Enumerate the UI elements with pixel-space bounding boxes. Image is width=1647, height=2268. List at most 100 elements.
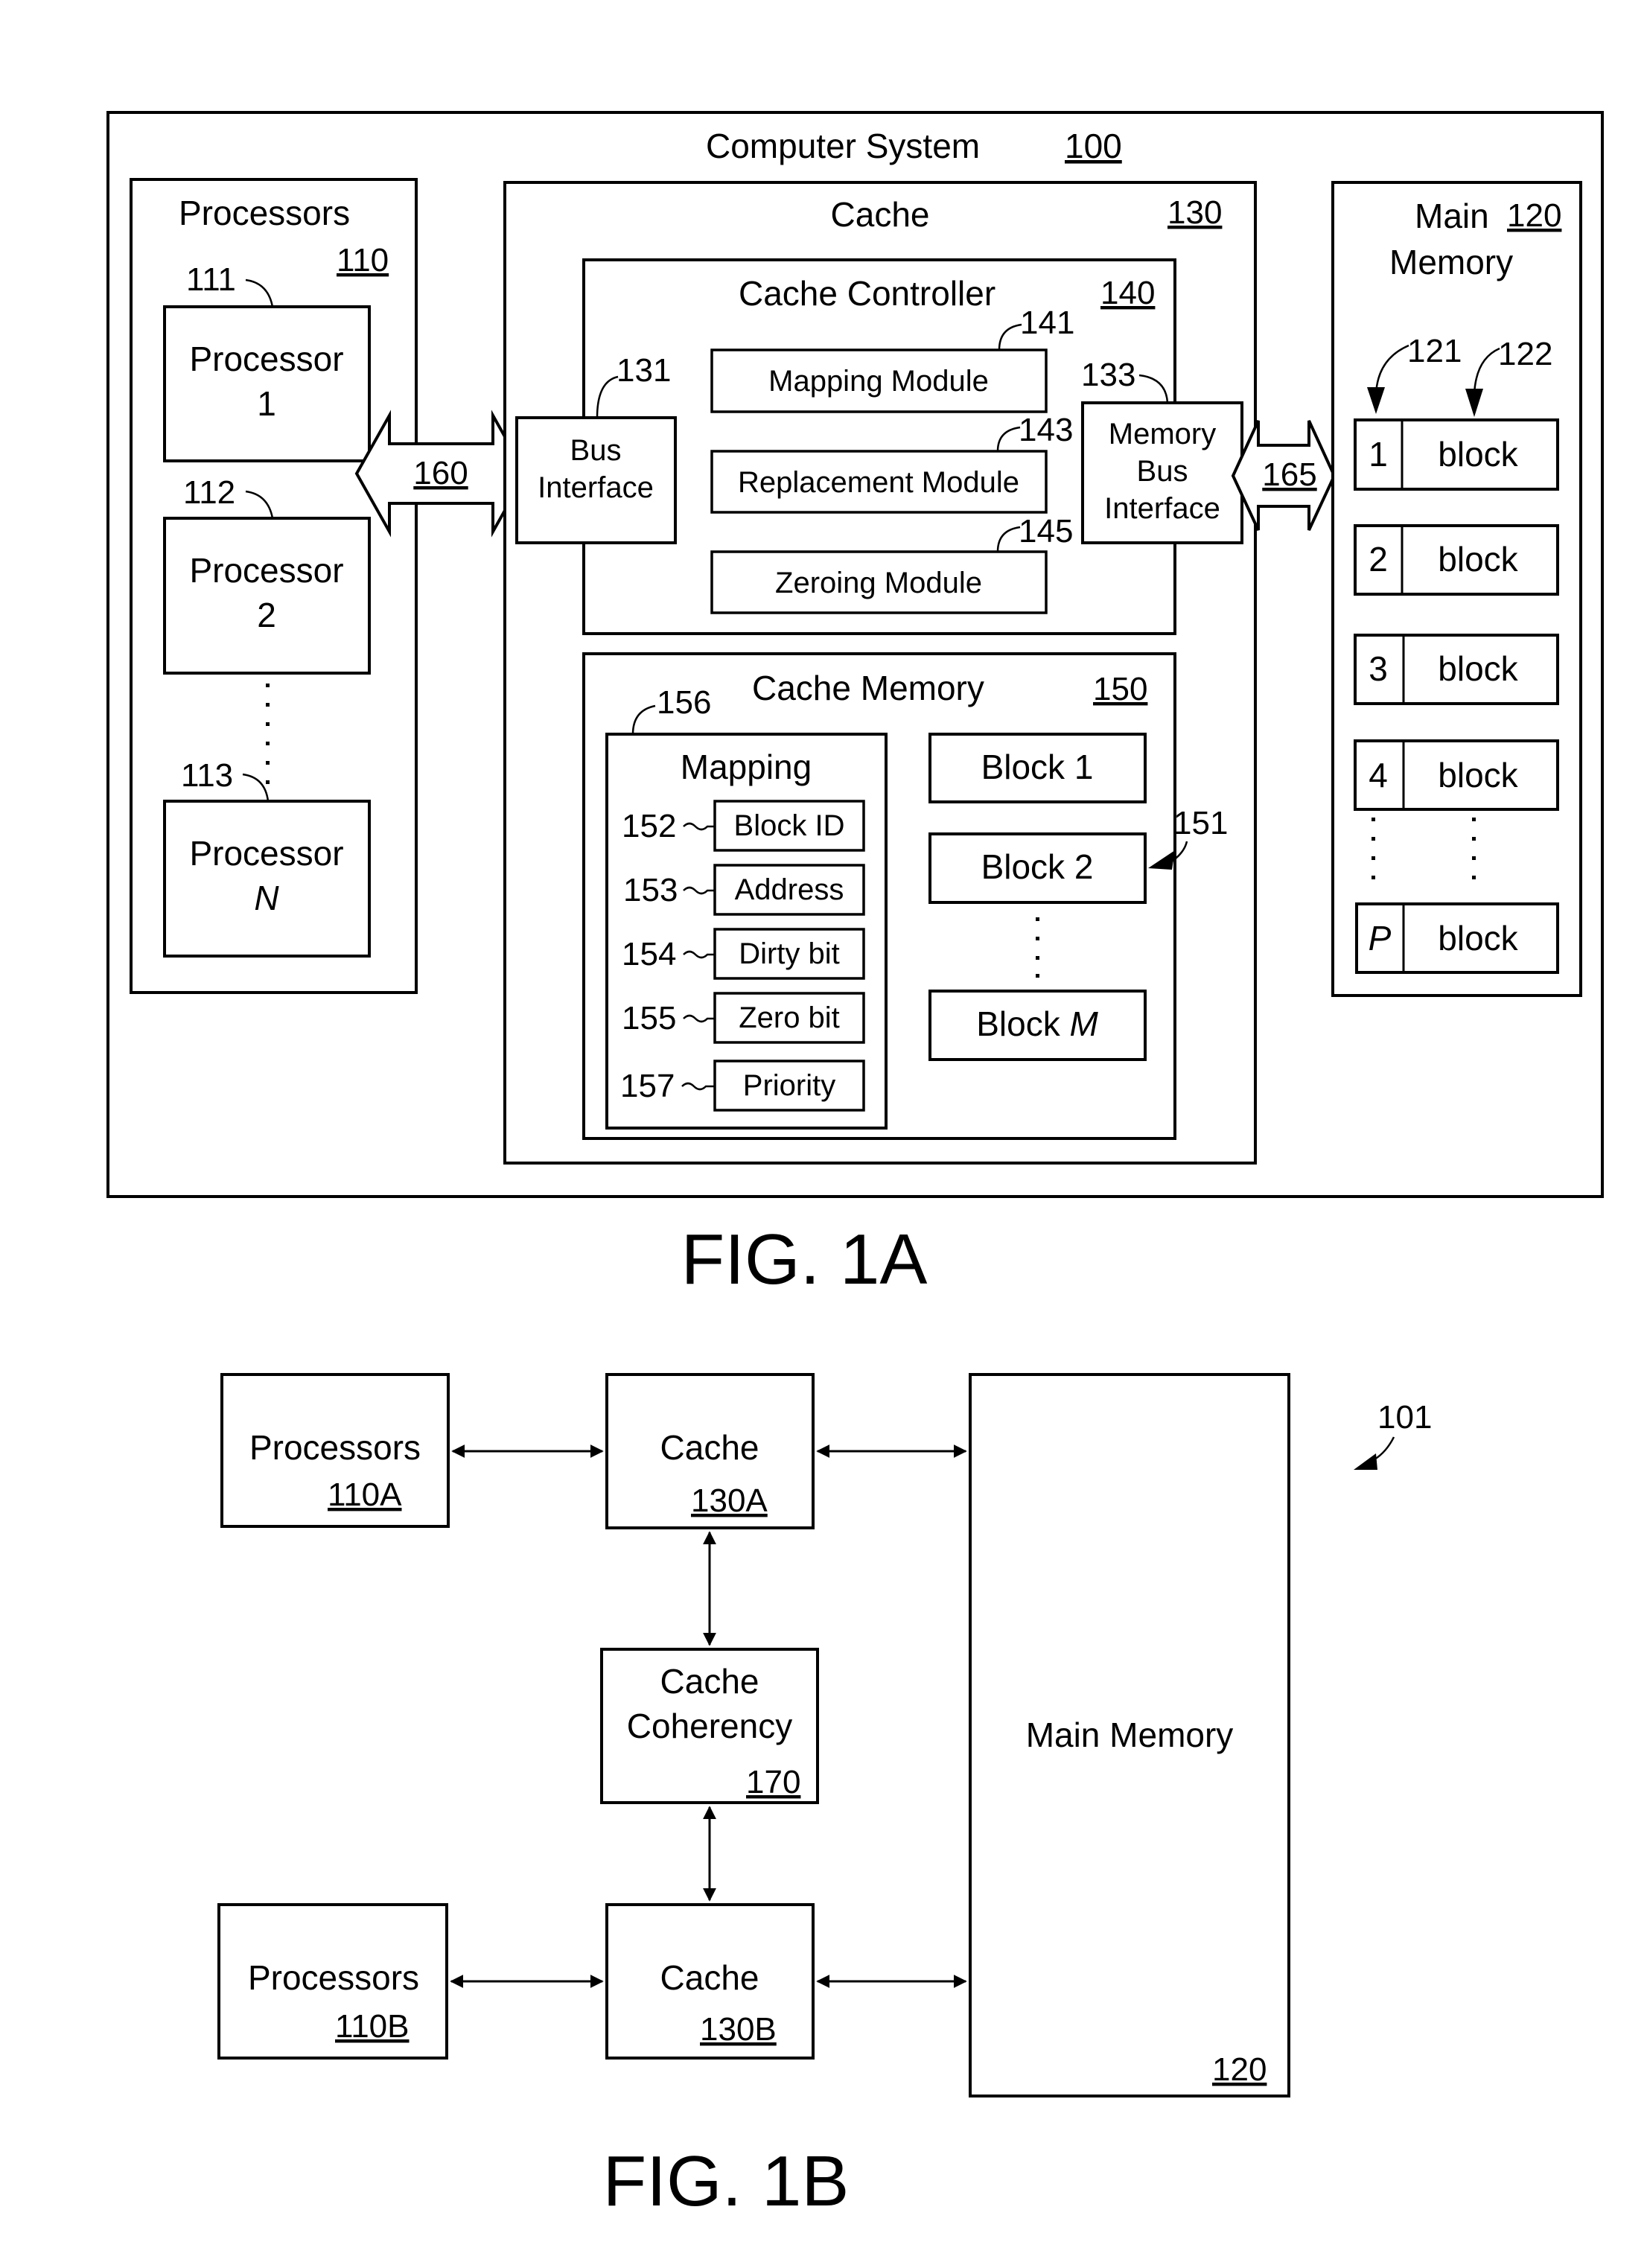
mapping-field-label: Dirty bit [739, 937, 840, 970]
mapping-field-ref: 157 [620, 1068, 675, 1104]
bus-interface-line1: Bus [570, 434, 622, 467]
mapping-field-label: Zero bit [739, 1001, 840, 1034]
processor-1-ref: 111 [186, 261, 236, 298]
zeroing-module-ref: 145 [1019, 513, 1073, 550]
cache-memory-title: Cache Memory [752, 669, 984, 707]
memory-row-3: 3 block [1354, 634, 1559, 705]
mapping-module-label: Mapping Module [768, 365, 989, 398]
mapping-field-block-id: Block ID 152 [622, 800, 865, 852]
mapping-field-dirty-bit: Dirty bit 154 [622, 928, 865, 980]
main-memory-line1: Main [1415, 197, 1489, 235]
cache-blocks-ref: 151 [1173, 805, 1228, 841]
mapping-field-label: Block ID [734, 809, 845, 842]
bus-165-ref: 165 [1262, 456, 1316, 493]
fig-1a: Computer System 100 Processors 110 111 P… [106, 111, 1604, 1299]
fig-1b: 101 Processors 110A Cache 130A Cache Coh… [217, 1373, 1432, 2221]
processors-110a-label: Processors [249, 1428, 421, 1467]
processors-110b-ref: 110B [335, 2008, 410, 2045]
memory-bus-interface-line3: Interface [1104, 492, 1220, 525]
processors-title: Processors [179, 194, 350, 232]
cache-block-label: Block 2 [981, 847, 1094, 886]
mapping-title: Mapping [681, 748, 812, 786]
processors-group: Processors 110 111 Processor 1 112 Proce… [130, 178, 418, 994]
main-memory-line2: Memory [1389, 243, 1513, 281]
mapping-field-ref: 155 [622, 1000, 676, 1036]
system-101-ref: 101 [1377, 1399, 1432, 1436]
cache-controller-title: Cache Controller [739, 274, 995, 313]
processor-n-ref: 113 [181, 757, 233, 794]
processors-ref: 110 [337, 242, 389, 278]
cache-controller-ref: 140 [1100, 275, 1155, 311]
cache-block-m: Block M [928, 990, 1147, 1061]
mapping-field-address: Address 153 [623, 864, 865, 916]
patent-figure: Computer System 100 Processors 110 111 P… [106, 111, 1604, 2221]
memory-row-index: 2 [1369, 540, 1388, 579]
mapping-field-ref: 152 [622, 808, 676, 844]
cache-memory-ref: 150 [1093, 671, 1147, 707]
cache-ref: 130 [1167, 194, 1222, 231]
cache-title: Cache [831, 195, 930, 234]
memory-block-ref: 122 [1498, 336, 1552, 372]
main-memory-1b-ref: 120 [1212, 2051, 1267, 2088]
bus-160-ref: 160 [413, 455, 468, 491]
replacement-module-ref: 143 [1019, 412, 1073, 448]
replacement-module-label: Replacement Module [738, 466, 1019, 499]
cache-block-2: Block 2 [928, 832, 1147, 904]
memory-row-index: 1 [1369, 435, 1388, 474]
computer-system-title: Computer System [706, 127, 980, 165]
memory-bus-interface-ref: 133 [1081, 357, 1135, 393]
memory-row-label: block [1438, 756, 1518, 794]
cache-block-label: Block 1 [981, 748, 1094, 786]
main-memory-ref: 120 [1507, 197, 1561, 234]
system-101-arrowhead [1354, 1453, 1377, 1470]
memory-row-4: 4 block [1354, 739, 1559, 811]
processors-110a-ref: 110A [328, 1477, 402, 1513]
mapping-field-ref: 153 [623, 872, 678, 908]
processor-1-label: Processor [189, 340, 343, 378]
bus-interface-ref: 131 [617, 352, 671, 389]
zeroing-module-label: Zeroing Module [775, 567, 982, 599]
memory-row-label: block [1438, 649, 1518, 688]
cache-coherency-line1: Cache [660, 1662, 759, 1701]
memory-row-label: block [1438, 919, 1518, 958]
mapping-field-zero-bit: Zero bit 155 [622, 992, 865, 1044]
mapping-field-label: Priority [743, 1069, 835, 1102]
memory-row-label: block [1438, 435, 1518, 474]
main-memory-group: Main 120 Memory 121 122 1 block 2 block [1331, 181, 1582, 997]
cache-block-label: Block M [976, 1004, 1098, 1043]
mapping-field-ref: 154 [622, 936, 676, 972]
main-memory-1b-label: Main Memory [1026, 1716, 1234, 1754]
cache-coherency-ref: 170 [746, 1764, 800, 1800]
memory-row-p: P block [1355, 902, 1559, 974]
processor-2-index: 2 [257, 596, 276, 634]
memory-row-2: 2 block [1354, 524, 1559, 596]
fig-1a-caption: FIG. 1A [681, 1220, 928, 1299]
fig-1b-caption: FIG. 1B [603, 2141, 850, 2221]
mapping-module-ref: 141 [1020, 305, 1074, 341]
bus-interface-line2: Interface [538, 471, 654, 504]
memory-row-index: 4 [1369, 756, 1388, 794]
processors-110b-label: Processors [248, 1958, 419, 1997]
mapping-field-label: Address [735, 873, 844, 906]
processor-n-label: Processor [189, 834, 343, 873]
memory-bus-interface-line1: Memory [1109, 418, 1216, 450]
memory-row-index: P [1369, 919, 1392, 958]
memory-index-ref: 121 [1407, 333, 1462, 369]
cache-130a-ref: 130A [691, 1482, 768, 1519]
mapping-field-priority: Priority 157 [620, 1060, 865, 1112]
cache-130b-ref: 130B [700, 2011, 777, 2048]
processor-n-index: N [254, 879, 279, 917]
memory-row-index: 3 [1369, 649, 1388, 688]
memory-row-label: block [1438, 540, 1518, 579]
cache-group: Cache 130 Cache Controller 140 Mapping M… [503, 181, 1257, 1165]
cache-block-1: Block 1 [928, 733, 1147, 803]
cache-coherency-line2: Coherency [627, 1707, 792, 1745]
memory-bus-interface-line2: Bus [1137, 455, 1188, 488]
computer-system-ref: 100 [1065, 127, 1122, 165]
system-101-leader [1374, 1436, 1395, 1461]
processor-2-ref: 112 [183, 474, 235, 511]
mapping-ref: 156 [657, 684, 711, 721]
cache-130b-label: Cache [660, 1958, 759, 1997]
cache-130a-label: Cache [660, 1428, 759, 1467]
processor-2-label: Processor [189, 551, 343, 590]
